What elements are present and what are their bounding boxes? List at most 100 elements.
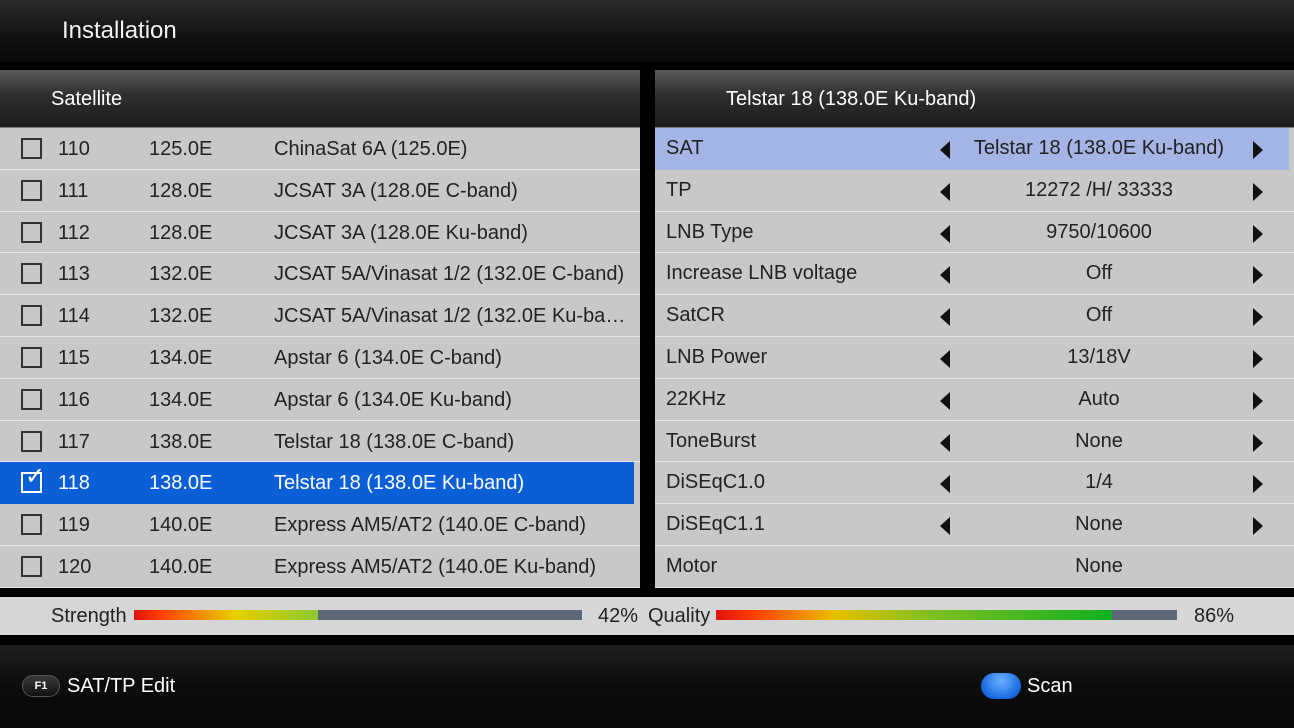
setting-row[interactable]: DiSEqC1.0 1/4	[655, 462, 1294, 505]
satellite-position: 128.0E	[149, 179, 213, 202]
left-arrow-icon[interactable]	[940, 517, 950, 536]
sat-tp-edit-button[interactable]: SAT/TP Edit	[67, 675, 175, 698]
checkbox[interactable]	[21, 179, 42, 201]
satellite-row[interactable]: 111 128.0E JCSAT 3A (128.0E C-band)	[0, 170, 640, 212]
setting-row[interactable]: ToneBurst None	[655, 421, 1294, 463]
settings-panel: Telstar 18 (138.0E Ku-band) SAT Telstar 1…	[655, 70, 1294, 588]
setting-row[interactable]: DiSEqC1.1 None	[655, 504, 1294, 546]
satellite-panel: Satellite 110 125.0E ChinaSat 6A (125.0E) 1…	[0, 70, 640, 588]
right-arrow-icon[interactable]	[1253, 433, 1263, 452]
left-arrow-icon[interactable]	[940, 308, 950, 327]
satellite-number: 118	[58, 472, 90, 495]
left-arrow-icon[interactable]	[940, 391, 950, 410]
checkbox[interactable]	[21, 430, 42, 452]
setting-label: SAT	[666, 137, 704, 159]
setting-row[interactable]: Motor None	[655, 546, 1294, 588]
satellite-row[interactable]: 115 134.0E Apstar 6 (134.0E C-band)	[0, 337, 640, 379]
left-arrow-icon[interactable]	[940, 349, 950, 368]
right-arrow-icon[interactable]	[1253, 391, 1263, 410]
check-icon: ✓	[25, 463, 46, 491]
satellite-name: Apstar 6 (134.0E Ku-band)	[274, 388, 512, 411]
satellite-number: 111	[58, 179, 89, 202]
satellite-position: 134.0E	[149, 388, 213, 411]
setting-label: LNB Type	[666, 220, 754, 243]
right-arrow-icon[interactable]	[1253, 349, 1263, 368]
setting-label: DiSEqC1.0	[666, 471, 765, 494]
satellite-row[interactable]: ✓ 118 138.0E Telstar 18 (138.0E Ku-band)	[0, 462, 634, 505]
setting-label: 22KHz	[666, 387, 727, 410]
left-arrow-icon[interactable]	[940, 475, 950, 494]
setting-label: Motor	[666, 554, 718, 577]
setting-value: 13/18V	[1067, 345, 1131, 368]
right-arrow-icon[interactable]	[1253, 224, 1263, 243]
right-arrow-icon[interactable]	[1253, 266, 1263, 285]
satellite-row[interactable]: 120 140.0E Express AM5/AT2 (140.0E Ku-band…	[0, 546, 640, 588]
checkbox[interactable]	[21, 346, 42, 368]
setting-row[interactable]: 22KHz Auto	[655, 379, 1294, 421]
setting-value: None	[1075, 513, 1123, 536]
checkbox[interactable]	[21, 305, 42, 327]
setting-value: Auto	[1078, 387, 1120, 410]
satellite-panel-title: Satellite	[51, 88, 123, 110]
signal-bar: Strength 42% Quality 86%	[0, 597, 1294, 635]
satellite-row[interactable]: 119 140.0E Express AM5/AT2 (140.0E C-band)	[0, 504, 640, 546]
setting-value: 9750/10600	[1046, 220, 1152, 243]
left-arrow-icon[interactable]	[940, 182, 950, 201]
setting-row[interactable]: LNB Power 13/18V	[655, 337, 1294, 379]
left-arrow-icon[interactable]	[940, 433, 950, 452]
satellite-panel-header: Satellite	[0, 70, 640, 128]
checkbox[interactable]: ✓	[21, 465, 45, 494]
left-arrow-icon[interactable]	[940, 224, 950, 243]
setting-row[interactable]: SAT Telstar 18 (138.0E Ku-band)	[655, 128, 1289, 170]
satellite-name: Telstar 18 (138.0E Ku-band)	[274, 472, 525, 495]
settings-panel-title: Telstar 18 (138.0E Ku-band)	[726, 88, 977, 110]
right-arrow-icon[interactable]	[1253, 308, 1263, 327]
checkbox[interactable]	[21, 514, 42, 536]
satellite-name: ChinaSat 6A (125.0E)	[274, 138, 468, 160]
setting-label: DiSEqC1.1	[666, 513, 765, 536]
right-arrow-icon[interactable]	[1253, 517, 1263, 536]
blue-key-icon[interactable]	[981, 673, 1021, 699]
quality-meter	[716, 610, 1177, 620]
satellite-number: 115	[58, 346, 90, 369]
left-arrow-icon[interactable]	[940, 141, 950, 159]
setting-row[interactable]: Increase LNB voltage Off	[655, 253, 1294, 296]
satellite-row[interactable]: 116 134.0E Apstar 6 (134.0E Ku-band)	[0, 379, 640, 421]
satellite-position: 132.0E	[149, 305, 213, 328]
satellite-row[interactable]: 114 132.0E JCSAT 5A/Vinasat 1/2 (132.0E Ku…	[0, 295, 640, 337]
satellite-row[interactable]: 112 128.0E JCSAT 3A (128.0E Ku-band)	[0, 212, 640, 254]
setting-label: LNB Power	[666, 345, 768, 368]
quality-label: Quality	[648, 605, 711, 627]
satellite-name: JCSAT 5A/Vinasat 1/2 (132.0E C-band)	[274, 263, 625, 286]
setting-row[interactable]: TP 12272 /H/ 33333	[655, 170, 1294, 212]
left-arrow-icon[interactable]	[940, 266, 950, 285]
right-arrow-icon[interactable]	[1253, 475, 1263, 494]
checkbox[interactable]	[21, 221, 42, 243]
satellite-row[interactable]: 113 132.0E JCSAT 5A/Vinasat 1/2 (132.0E C-…	[0, 253, 640, 296]
satellite-number: 114	[58, 305, 90, 328]
settings-list: SAT Telstar 18 (138.0E Ku-band) TP 12272 /H…	[655, 128, 1294, 588]
strength-label: Strength	[51, 605, 127, 627]
checkbox[interactable]	[21, 138, 42, 159]
checkbox[interactable]	[21, 555, 42, 577]
setting-row[interactable]: LNB Type 9750/10600	[655, 212, 1294, 254]
satellite-position: 128.0E	[149, 221, 213, 244]
checkbox[interactable]	[21, 263, 42, 285]
satellite-position: 125.0E	[149, 138, 213, 160]
satellite-number: 120	[58, 555, 92, 578]
satellite-row[interactable]: 110 125.0E ChinaSat 6A (125.0E)	[0, 128, 640, 170]
satellite-row[interactable]: 117 138.0E Telstar 18 (138.0E C-band)	[0, 421, 640, 463]
setting-row[interactable]: SatCR Off	[655, 295, 1294, 337]
right-arrow-icon[interactable]	[1253, 141, 1263, 159]
setting-value: None	[1075, 554, 1123, 577]
page-title: Installation	[62, 17, 177, 44]
setting-value: Off	[1085, 262, 1113, 285]
scan-button[interactable]: Scan	[1027, 675, 1073, 698]
satellite-number: 113	[58, 263, 90, 286]
checkbox[interactable]	[21, 388, 42, 410]
satellite-name: JCSAT 3A (128.0E C-band)	[274, 179, 518, 202]
f1-key-icon[interactable]: F1	[22, 675, 60, 697]
top-bar: Installation	[0, 0, 1294, 62]
right-arrow-icon[interactable]	[1253, 182, 1263, 201]
settings-panel-header: Telstar 18 (138.0E Ku-band)	[655, 70, 1294, 128]
